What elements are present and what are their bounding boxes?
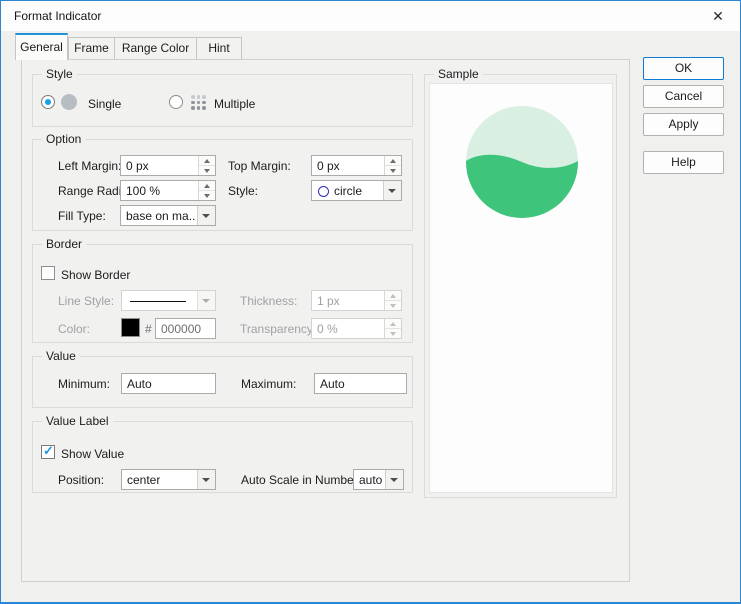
fill-type-value: base on ma... xyxy=(126,209,196,223)
border-color-label: Color: xyxy=(58,322,90,336)
format-indicator-dialog: Format Indicator ✕ General Frame Range C… xyxy=(0,0,741,604)
indicator-style-value: circle xyxy=(334,184,362,198)
style-group-title: Style xyxy=(42,67,77,81)
left-margin-spinner[interactable] xyxy=(198,156,215,175)
value-label-group: Value Label ✓ Show Value Position: cente… xyxy=(32,421,413,493)
line-style-dropdown xyxy=(121,290,216,311)
tab-content-panel: Style Single Multiple Option Left Margin… xyxy=(21,59,630,582)
sample-preview-area xyxy=(429,83,613,493)
position-value: center xyxy=(127,473,160,487)
minimum-label: Minimum: xyxy=(58,377,110,391)
range-radius-field xyxy=(120,180,216,201)
transparency-spinner xyxy=(384,319,401,338)
spin-up-icon[interactable] xyxy=(385,156,401,166)
value-group-title: Value xyxy=(42,349,80,363)
value-group: Value Minimum: Maximum: xyxy=(32,356,413,408)
range-radius-spinner[interactable] xyxy=(198,181,215,200)
tab-range-color[interactable]: Range Color xyxy=(114,37,197,59)
top-margin-field xyxy=(311,155,402,176)
spin-up-icon[interactable] xyxy=(199,181,215,191)
sample-group-title: Sample xyxy=(434,67,483,81)
single-radio[interactable] xyxy=(41,95,55,109)
option-group: Option Left Margin: Top Margin: Range Ra… xyxy=(32,139,413,231)
solid-line-icon xyxy=(130,301,186,302)
close-icon[interactable]: ✕ xyxy=(702,4,734,28)
show-value-label: Show Value xyxy=(61,447,124,461)
indicator-style-dropdown[interactable]: circle xyxy=(311,180,402,201)
left-margin-label: Left Margin: xyxy=(58,159,121,173)
option-group-title: Option xyxy=(42,132,85,146)
spin-down-icon xyxy=(385,301,401,310)
auto-scale-label: Auto Scale in Number: xyxy=(241,473,361,487)
position-label: Position: xyxy=(58,473,104,487)
dropdown-arrow-icon[interactable] xyxy=(385,470,403,489)
position-dropdown[interactable]: center xyxy=(121,469,216,490)
value-label-group-title: Value Label xyxy=(42,414,113,428)
spin-down-icon[interactable] xyxy=(199,166,215,175)
top-margin-label: Top Margin: xyxy=(228,159,291,173)
spin-down-icon[interactable] xyxy=(199,191,215,200)
ok-button[interactable]: OK xyxy=(643,57,724,80)
dropdown-arrow-icon xyxy=(197,291,215,310)
fill-type-label: Fill Type: xyxy=(58,209,106,223)
spin-up-icon xyxy=(385,319,401,329)
style-group: Style Single Multiple xyxy=(32,74,413,127)
border-color-input xyxy=(155,318,216,339)
thickness-spinner xyxy=(384,291,401,310)
fill-type-dropdown[interactable]: base on ma... xyxy=(120,205,216,226)
single-label: Single xyxy=(88,97,121,111)
spin-up-icon[interactable] xyxy=(199,156,215,166)
sample-group: Sample xyxy=(424,74,617,498)
tab-hint[interactable]: Hint xyxy=(196,37,242,59)
spin-up-icon xyxy=(385,291,401,301)
border-group: Border Show Border Line Style: Thickness… xyxy=(32,244,413,343)
border-group-title: Border xyxy=(42,237,86,251)
thickness-label: Thickness: xyxy=(240,294,297,308)
transparency-label: Transparency: xyxy=(240,322,316,336)
indicator-sample-gauge xyxy=(430,84,614,494)
show-value-checkbox[interactable]: ✓ xyxy=(41,445,55,459)
auto-scale-value: auto xyxy=(359,473,382,487)
cancel-button[interactable]: Cancel xyxy=(643,85,724,108)
spin-down-icon xyxy=(385,329,401,338)
show-border-checkbox[interactable] xyxy=(41,266,55,280)
left-margin-field xyxy=(120,155,216,176)
thickness-field xyxy=(311,290,402,311)
dropdown-arrow-icon[interactable] xyxy=(197,470,215,489)
minimum-input[interactable] xyxy=(121,373,216,394)
tab-frame[interactable]: Frame xyxy=(68,37,115,59)
circle-shape-icon xyxy=(318,186,329,197)
color-hash-label: # xyxy=(145,322,152,336)
maximum-label: Maximum: xyxy=(241,377,296,391)
dropdown-arrow-icon[interactable] xyxy=(197,206,215,225)
check-icon: ✓ xyxy=(43,443,54,459)
dialog-title: Format Indicator xyxy=(14,9,101,23)
top-margin-spinner[interactable] xyxy=(384,156,401,175)
maximum-input[interactable] xyxy=(314,373,407,394)
show-border-label: Show Border xyxy=(61,268,130,282)
dropdown-arrow-icon[interactable] xyxy=(383,181,401,200)
spin-down-icon[interactable] xyxy=(385,166,401,175)
auto-scale-dropdown[interactable]: auto xyxy=(353,469,404,490)
indicator-style-label: Style: xyxy=(228,184,258,198)
border-color-swatch[interactable] xyxy=(121,318,140,337)
titlebar: Format Indicator ✕ xyxy=(1,1,740,31)
apply-button[interactable]: Apply xyxy=(643,113,724,136)
single-style-icon xyxy=(61,94,77,110)
help-button[interactable]: Help xyxy=(643,151,724,174)
transparency-field xyxy=(311,318,402,339)
line-style-label: Line Style: xyxy=(58,294,114,308)
multiple-radio[interactable] xyxy=(169,95,183,109)
multiple-label: Multiple xyxy=(214,97,255,111)
multiple-style-icon xyxy=(190,94,207,111)
tab-general[interactable]: General xyxy=(15,33,68,60)
